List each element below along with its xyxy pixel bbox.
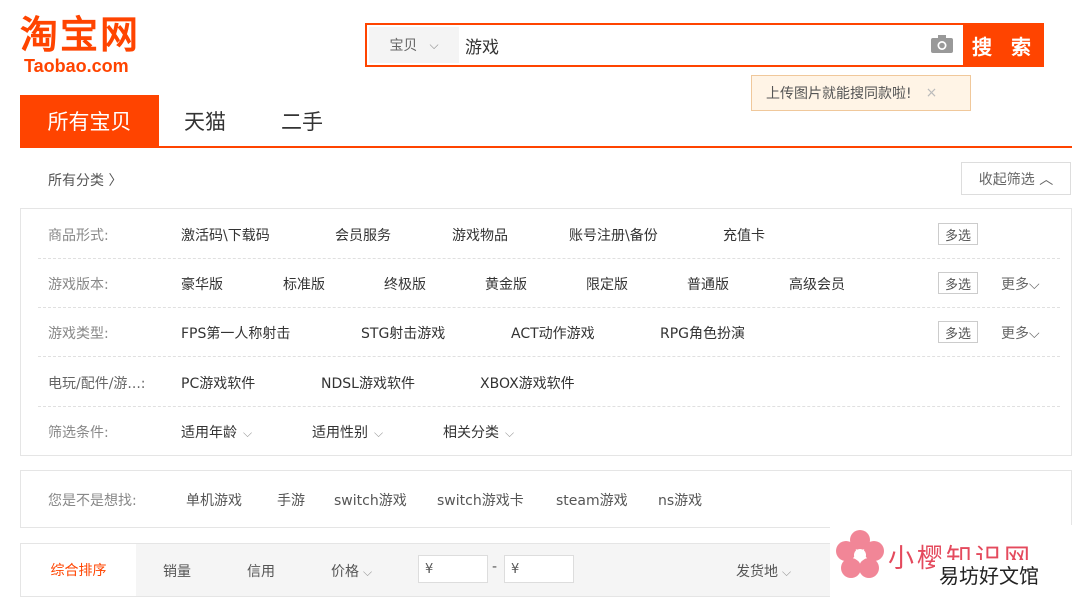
filter-option[interactable]: FPS第一人称射击 — [181, 323, 290, 343]
tab-all-items[interactable]: 所有宝贝 — [20, 95, 159, 146]
filter-option[interactable]: PC游戏软件 — [181, 373, 255, 393]
tab-tmall[interactable]: 天猫 — [184, 95, 226, 146]
suggestion-link[interactable]: switch游戏 — [334, 490, 407, 510]
suggestion-bar — [20, 470, 1072, 528]
ship-from-dropdown[interactable]: 发货地 ⌵ — [736, 561, 791, 581]
row-divider — [38, 406, 1060, 407]
sort-sales-button[interactable]: 销量 — [163, 561, 191, 581]
filter-option[interactable]: 标准版 — [283, 274, 325, 294]
all-categories-link[interactable]: 所有分类 〉 — [48, 170, 122, 190]
filter-option[interactable]: ACT动作游戏 — [511, 323, 595, 343]
dropdown-label: 适用性别 — [312, 425, 368, 441]
filter-option[interactable]: 终极版 — [384, 274, 426, 294]
search-type-label: 宝贝 — [389, 38, 418, 54]
row-divider — [38, 356, 1060, 357]
tab-underline — [20, 146, 1072, 148]
dropdown-label: 适用年龄 — [181, 425, 237, 441]
search-type-select[interactable]: 宝贝 ⌵ — [369, 27, 459, 63]
close-icon[interactable]: × — [926, 85, 938, 101]
related-category-dropdown[interactable]: 相关分类 ⌵ — [443, 422, 514, 442]
more-options-button[interactable]: 更多⌵ — [1001, 323, 1040, 343]
sort-price-label: 价格 — [331, 564, 359, 580]
filter-option[interactable]: RPG角色扮演 — [660, 323, 745, 343]
chevron-down-icon: ⌵ — [505, 426, 515, 440]
suggestion-link[interactable]: steam游戏 — [556, 490, 628, 510]
filter-option[interactable]: XBOX游戏软件 — [480, 373, 575, 393]
suggestion-link[interactable]: 手游 — [277, 490, 305, 510]
filter-option[interactable]: 充值卡 — [723, 225, 765, 245]
age-dropdown[interactable]: 适用年龄 ⌵ — [181, 422, 252, 442]
chevron-down-icon: ⌵ — [243, 426, 253, 440]
price-max-input[interactable]: ¥ — [504, 555, 574, 583]
suggestion-link[interactable]: ns游戏 — [658, 490, 702, 510]
camera-icon[interactable] — [930, 34, 954, 54]
collapse-filter-button[interactable]: 收起筛选 ︿ — [961, 162, 1071, 195]
filter-label-conditions: 筛选条件: — [48, 425, 109, 441]
filter-option[interactable]: STG射击游戏 — [361, 323, 445, 343]
chevron-down-icon: ⌵ — [429, 37, 439, 52]
filter-option[interactable]: 豪华版 — [181, 274, 223, 294]
search-input[interactable] — [465, 27, 915, 63]
taobao-logo[interactable]: 淘宝网 — [20, 14, 140, 56]
filter-label-version: 游戏版本: — [48, 277, 109, 293]
filter-option[interactable]: 黄金版 — [485, 274, 527, 294]
row-divider — [38, 258, 1060, 259]
search-button[interactable]: 搜 索 — [965, 23, 1044, 67]
filter-label-form: 商品形式: — [48, 228, 109, 244]
filter-option[interactable]: 激活码\下载码 — [181, 225, 270, 245]
filter-label-type: 游戏类型: — [48, 326, 109, 342]
multi-select-button[interactable]: 多选 — [938, 321, 978, 343]
filter-label-console: 电玩/配件/游...: — [48, 376, 146, 392]
suggestion-label: 您是不是想找: — [48, 493, 137, 509]
suggestion-link[interactable]: switch游戏卡 — [437, 490, 524, 510]
tooltip-text: 上传图片就能搜同款啦! — [766, 86, 912, 102]
filter-option[interactable]: 普通版 — [687, 274, 729, 294]
tab-second-hand[interactable]: 二手 — [281, 95, 323, 146]
dropdown-label: 相关分类 — [443, 425, 499, 441]
filter-option[interactable]: 高级会员 — [789, 274, 845, 294]
more-options-button[interactable]: 更多⌵ — [1001, 274, 1040, 294]
chevron-down-icon: ⌵ — [363, 565, 373, 579]
filter-option[interactable]: 游戏物品 — [452, 225, 508, 245]
watermark-subtitle: 易坊好文馆 — [935, 560, 1043, 589]
filter-option[interactable]: 会员服务 — [335, 225, 391, 245]
filter-option[interactable]: NDSL游戏软件 — [321, 373, 415, 393]
flower-icon — [836, 530, 884, 578]
filter-option[interactable]: 限定版 — [586, 274, 628, 294]
sort-default-button[interactable]: 综合排序 — [21, 544, 136, 596]
gender-dropdown[interactable]: 适用性别 ⌵ — [312, 422, 383, 442]
chevron-down-icon: ⌵ — [782, 565, 792, 579]
chevron-down-icon: ⌵ — [374, 426, 384, 440]
price-range-dash: - — [492, 559, 498, 575]
image-search-tooltip: 上传图片就能搜同款啦! × — [751, 75, 971, 111]
multi-select-button[interactable]: 多选 — [938, 223, 978, 245]
multi-select-button[interactable]: 多选 — [938, 272, 978, 294]
price-min-input[interactable]: ¥ — [418, 555, 488, 583]
ship-from-label: 发货地 — [736, 564, 778, 580]
taobao-logo-text[interactable]: Taobao.com — [24, 56, 129, 76]
suggestion-link[interactable]: 单机游戏 — [186, 490, 242, 510]
filter-option[interactable]: 账号注册\备份 — [569, 225, 658, 245]
sort-credit-button[interactable]: 信用 — [247, 561, 275, 581]
sort-price-button[interactable]: 价格 ⌵ — [331, 561, 372, 581]
row-divider — [38, 307, 1060, 308]
